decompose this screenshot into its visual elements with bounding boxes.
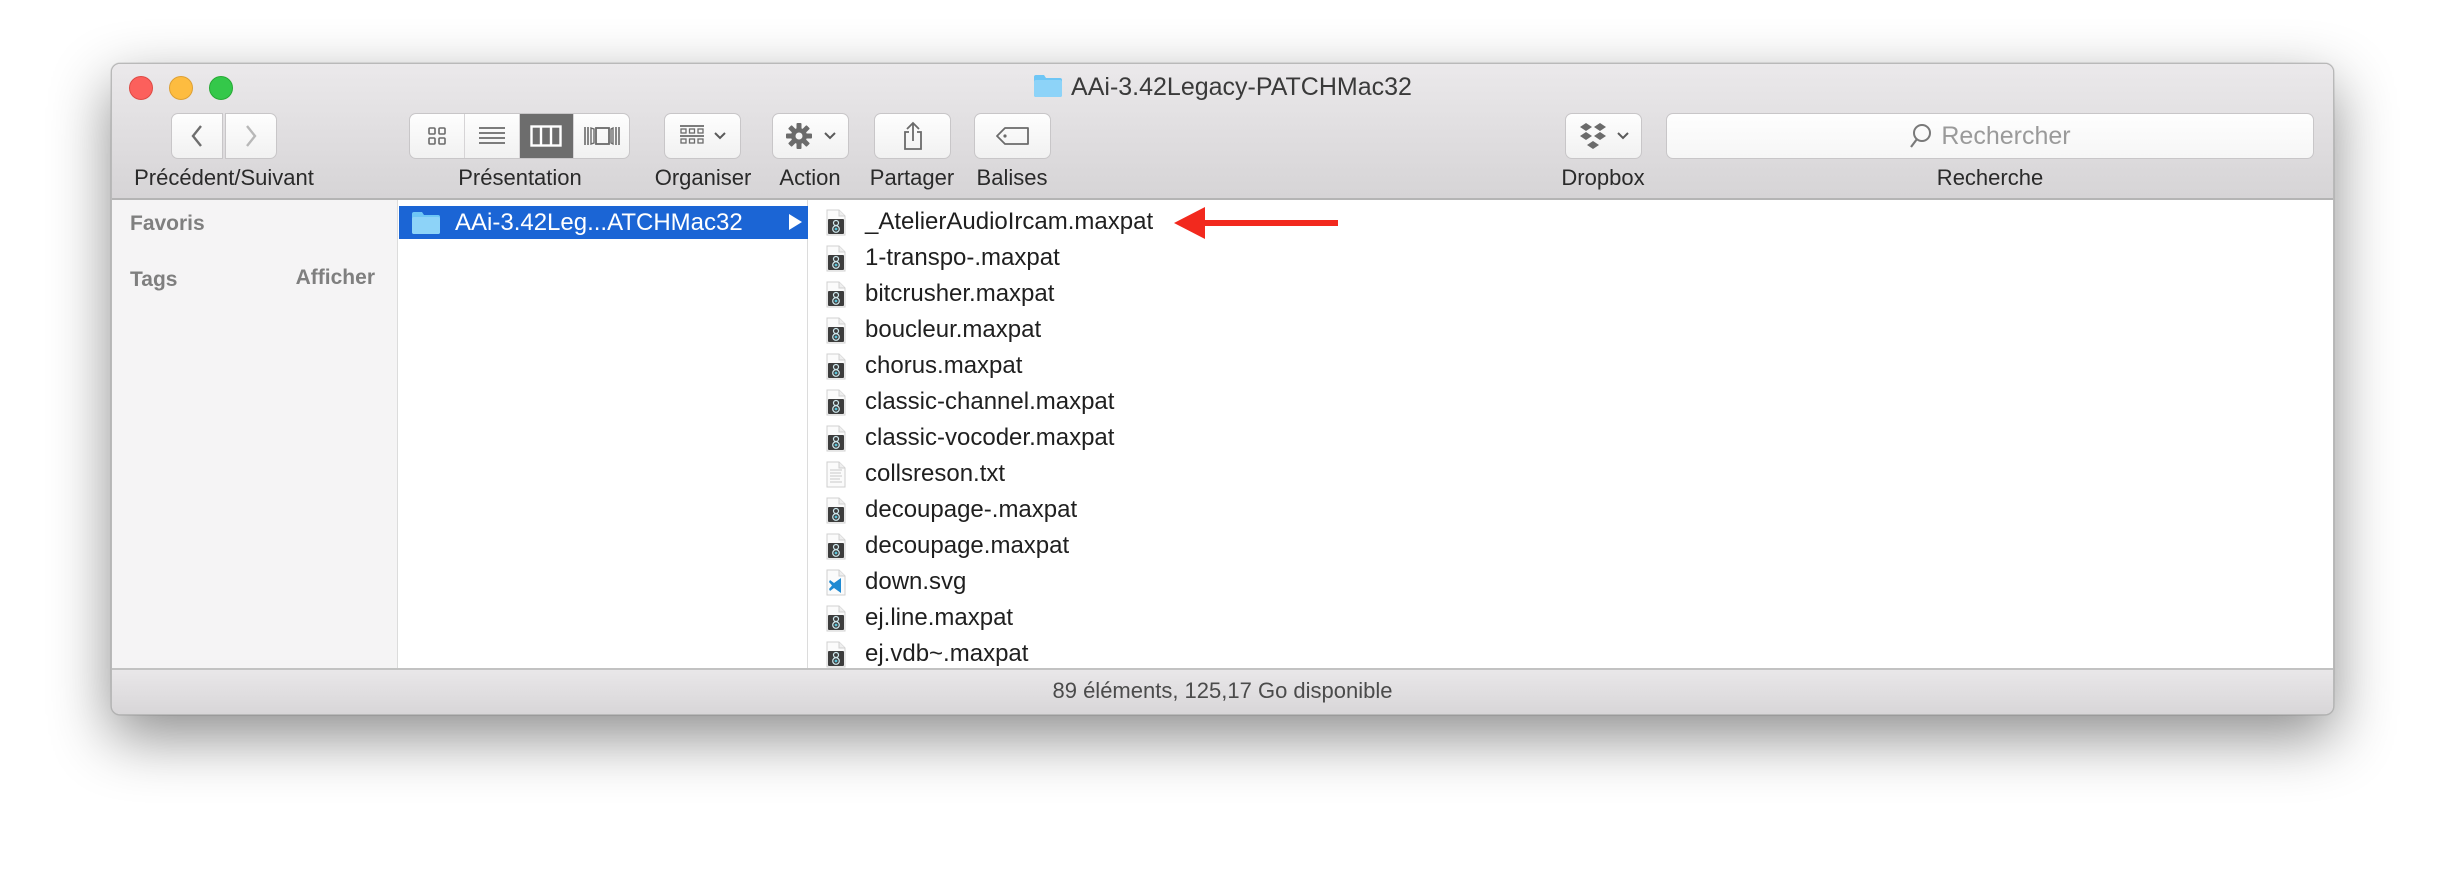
- arrange-icon: [679, 125, 704, 144]
- search-placeholder: Rechercher: [1941, 121, 2071, 150]
- file-name: ej.vdb~.maxpat: [865, 640, 1029, 667]
- file-name: collsreson.txt: [865, 460, 1006, 487]
- maxpat-icon: [826, 497, 846, 524]
- file-name: decoupage-.maxpat: [865, 496, 1078, 523]
- file-row[interactable]: collsreson.txt: [809, 456, 1338, 492]
- file-row[interactable]: ej.vdb~.maxpat: [809, 636, 1338, 670]
- maxpat-icon: [826, 245, 846, 272]
- list-icon: [478, 127, 505, 144]
- file-name: 1-transpo-.maxpat: [865, 244, 1060, 271]
- chevron-down-icon: [1616, 132, 1629, 140]
- file-row[interactable]: classic-channel.maxpat: [809, 384, 1338, 420]
- column-view-button[interactable]: [519, 114, 575, 158]
- chevron-right-icon: [246, 125, 257, 147]
- action-label: Action: [779, 165, 841, 190]
- file-name: classic-channel.maxpat: [865, 388, 1115, 415]
- maxpat-icon: [826, 317, 846, 344]
- file-row[interactable]: chorus.maxpat: [809, 348, 1338, 384]
- file-name: bitcrusher.maxpat: [865, 280, 1055, 307]
- tags-button[interactable]: [974, 113, 1051, 159]
- cover-flow-button[interactable]: [574, 114, 629, 158]
- file-row[interactable]: 1-transpo-.maxpat: [809, 240, 1338, 276]
- maxpat-icon: [826, 281, 846, 308]
- maxpat-icon: [826, 389, 846, 416]
- view-label: Présentation: [458, 165, 582, 190]
- file-row[interactable]: decoupage-.maxpat: [809, 492, 1338, 528]
- chevron-left-icon: [191, 125, 202, 147]
- dropbox-button[interactable]: [1565, 113, 1642, 159]
- file-row[interactable]: _AtelierAudioIrcam.maxpat: [809, 204, 1338, 240]
- file-row[interactable]: decoupage.maxpat: [809, 528, 1338, 564]
- finder-window: AAi-3.42Legacy-PATCHMac32 Précédent/Suiv…: [111, 63, 2334, 715]
- sidebar-show-tags-button[interactable]: Afficher: [296, 266, 375, 290]
- search-field[interactable]: Rechercher: [1666, 113, 2314, 159]
- status-text: 89 éléments, 125,17 Go disponible: [1052, 678, 1393, 703]
- folder-icon: [412, 211, 440, 234]
- column-3: [1338, 200, 2333, 670]
- file-name: down.svg: [865, 568, 967, 595]
- file-row[interactable]: boucleur.maxpat: [809, 312, 1338, 348]
- sidebar-section-tags[interactable]: Tags: [130, 268, 177, 292]
- columns-icon: [530, 125, 563, 147]
- text-file-icon: [826, 461, 846, 488]
- action-button[interactable]: [772, 113, 849, 159]
- dropbox-icon: [1579, 123, 1606, 149]
- forward-button[interactable]: [225, 113, 277, 159]
- search-icon: [1910, 124, 1932, 148]
- back-button[interactable]: [171, 113, 223, 159]
- window-title: AAi-3.42Legacy-PATCHMac32: [112, 73, 2333, 102]
- view-mode-control: [409, 113, 630, 159]
- sidebar: Favoris Tags Afficher: [112, 200, 398, 670]
- share-label: Partager: [869, 165, 955, 190]
- cover-flow-icon: [583, 126, 620, 146]
- maxpat-icon: [826, 605, 846, 632]
- status-bar: 89 éléments, 125,17 Go disponible: [112, 668, 2333, 714]
- maxpat-icon: [826, 209, 846, 236]
- nav-label: Précédent/Suivant: [134, 165, 314, 190]
- share-icon: [903, 121, 922, 150]
- file-name: classic-vocoder.maxpat: [865, 424, 1115, 451]
- chevron-down-icon: [823, 132, 836, 140]
- dropbox-label: Dropbox: [1561, 165, 1645, 190]
- file-name: _AtelierAudioIrcam.maxpat: [865, 208, 1154, 235]
- share-button[interactable]: [874, 113, 951, 159]
- maxpat-icon: [826, 353, 846, 380]
- file-row[interactable]: classic-vocoder.maxpat: [809, 420, 1338, 456]
- folder-icon: [1034, 75, 1063, 97]
- column-2: _AtelierAudioIrcam.maxpat 1-transpo-.maxp…: [809, 200, 1338, 670]
- sidebar-section-favorites[interactable]: Favoris: [130, 212, 205, 236]
- file-name: boucleur.maxpat: [865, 316, 1042, 343]
- arrange-button[interactable]: [664, 113, 741, 159]
- chevron-down-icon: [713, 132, 726, 140]
- folder-name: AAi-3.42Leg...ATCHMac32: [455, 208, 743, 236]
- selected-folder-row[interactable]: AAi-3.42Leg...ATCHMac32: [399, 206, 808, 239]
- maxpat-icon: [826, 425, 846, 452]
- file-name: chorus.maxpat: [865, 352, 1023, 379]
- search-label: Recherche: [1936, 165, 2044, 190]
- disclosure-arrow-icon: [789, 214, 802, 230]
- list-view-button[interactable]: [465, 114, 520, 158]
- tag-icon: [995, 127, 1029, 145]
- window-title-text: AAi-3.42Legacy-PATCHMac32: [1071, 73, 1412, 101]
- icon-view-button[interactable]: [410, 114, 465, 158]
- toolbar: AAi-3.42Legacy-PATCHMac32 Précédent/Suiv…: [112, 64, 2333, 200]
- file-name: decoupage.maxpat: [865, 532, 1070, 559]
- file-row[interactable]: bitcrusher.maxpat: [809, 276, 1338, 312]
- file-name: ej.line.maxpat: [865, 604, 1014, 631]
- column-1: AAi-3.42Leg...ATCHMac32: [399, 200, 808, 670]
- file-row[interactable]: down.svg: [809, 564, 1338, 600]
- maxpat-icon: [826, 641, 846, 668]
- arrange-label: Organiser: [654, 165, 752, 190]
- gear-icon: [785, 123, 812, 149]
- maxpat-icon: [826, 533, 846, 560]
- file-row[interactable]: ej.line.maxpat: [809, 600, 1338, 636]
- grid-icon: [428, 127, 446, 145]
- svg-file-icon: [826, 569, 846, 596]
- tags-label: Balises: [976, 165, 1048, 190]
